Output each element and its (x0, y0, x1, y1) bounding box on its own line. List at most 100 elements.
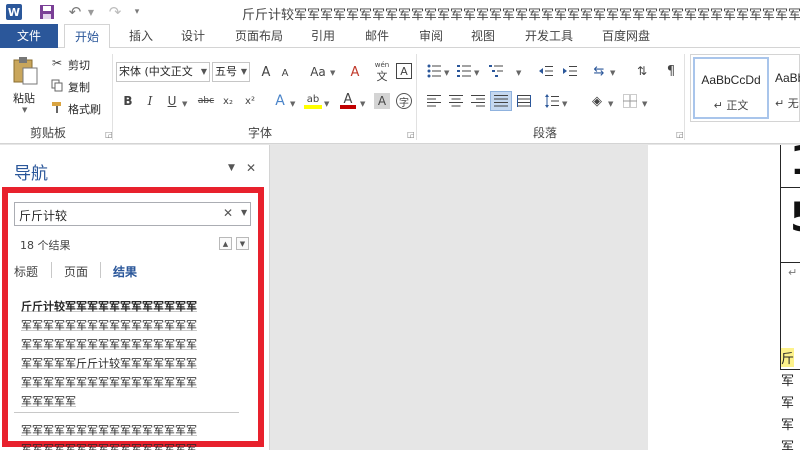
format-painter-icon[interactable] (50, 100, 64, 114)
underline-dropdown-icon[interactable]: ▼ (182, 100, 187, 108)
redo-icon[interactable]: ↷ (106, 3, 124, 21)
underline-icon[interactable]: U (166, 94, 178, 108)
style-no-spacing[interactable]: AaBbCcDd ↵ 无 (771, 57, 800, 119)
italic-icon[interactable]: I (144, 94, 156, 108)
next-result-icon[interactable]: ▼ (236, 237, 249, 250)
align-center-icon[interactable] (448, 94, 464, 108)
search-result-item[interactable]: 斤斤计较军军军军军军军军军军军军 军军军军军军军军军军军军军军军军 军军军军军军… (21, 297, 231, 411)
character-shading-icon[interactable]: A (374, 93, 390, 109)
font-size-combo[interactable]: 五号 ▼ (212, 62, 250, 82)
line-spacing-dropdown-icon[interactable]: ▼ (562, 100, 567, 108)
text-effects-dropdown-icon[interactable]: ▼ (290, 100, 295, 108)
style-normal[interactable]: AaBbCcDd ↵ 正文 (693, 57, 769, 119)
show-marks-icon[interactable]: ¶ (664, 62, 678, 80)
save-icon[interactable] (38, 3, 56, 21)
result-line: 军军军军军军军军军军军军军军军军 (21, 443, 197, 450)
word-logo-icon[interactable]: W (6, 4, 22, 20)
decrease-indent-icon[interactable] (538, 63, 554, 79)
tab-home[interactable]: 开始 (64, 24, 110, 49)
tab-review[interactable]: 审阅 (410, 24, 452, 48)
chevron-down-icon[interactable]: ▼ (201, 63, 207, 81)
sort-icon[interactable]: ⇅ (634, 62, 650, 80)
copy-label[interactable]: 复制 (68, 79, 90, 95)
highlight-icon[interactable]: ab (304, 93, 322, 109)
font-group-label: 字体 (247, 126, 272, 140)
change-case-dropdown-icon[interactable]: ▼ (330, 69, 335, 77)
strikethrough-icon[interactable]: abc (196, 94, 216, 108)
chinese-layout-icon[interactable]: ⇆ (590, 62, 608, 80)
paragraph-launcher-icon[interactable]: ◲ (676, 130, 684, 139)
font-launcher-icon[interactable]: ◲ (407, 130, 415, 139)
undo-icon[interactable]: ↶ (66, 3, 84, 21)
superscript-icon[interactable]: x² (242, 94, 258, 108)
font-color-icon[interactable]: A (340, 92, 356, 109)
font-name-combo[interactable]: 宋体 (中文正文 ▼ (116, 62, 210, 82)
styles-gallery: AaBbCcDd ↵ 正文 AaBbCcDd ↵ 无 (690, 54, 800, 122)
subscript-icon[interactable]: x₂ (220, 94, 236, 108)
shading-icon[interactable]: ◈ (588, 93, 606, 109)
close-icon[interactable]: ✕ (246, 161, 256, 175)
scissors-icon[interactable]: ✂ (50, 56, 64, 70)
tab-page-layout[interactable]: 页面布局 (228, 24, 290, 48)
paste-dropdown-icon[interactable]: ▼ (22, 106, 27, 114)
align-left-icon[interactable] (426, 94, 442, 108)
paste-label[interactable]: 粘贴 (13, 90, 35, 106)
chinese-layout-dropdown-icon[interactable]: ▼ (610, 69, 615, 77)
bold-icon[interactable]: B (122, 94, 134, 108)
cut-label[interactable]: 剪切 (68, 57, 90, 73)
character-border-icon[interactable]: A (396, 63, 412, 79)
tab-results[interactable]: 结果 (113, 263, 137, 280)
previous-result-icon[interactable]: ▲ (219, 237, 232, 250)
chevron-down-icon[interactable]: ▼ (241, 63, 247, 81)
multilevel-list-icon[interactable] (488, 63, 504, 79)
bullets-dropdown-icon[interactable]: ▼ (444, 69, 449, 77)
grow-font-icon[interactable]: A (258, 64, 274, 80)
tab-baidu-netdisk[interactable]: 百度网盘 (594, 24, 658, 48)
paste-icon[interactable] (10, 56, 40, 86)
document-line: 斤 (781, 348, 795, 367)
tab-references[interactable]: 引用 (302, 24, 344, 48)
tab-headings[interactable]: 标题 (14, 263, 38, 280)
result-count: 18 个结果 (20, 239, 71, 252)
shading-dropdown-icon[interactable]: ▼ (608, 100, 613, 108)
result-line: 斤斤计较军军军军军军军军军军军军 (21, 300, 197, 313)
search-options-icon[interactable]: ▼ (241, 208, 247, 217)
document-page[interactable] (648, 145, 800, 450)
numbering-icon[interactable] (456, 63, 472, 79)
tab-developer[interactable]: 开发工具 (516, 24, 582, 48)
shrink-font-icon[interactable]: A (278, 66, 292, 80)
bullets-icon[interactable] (426, 63, 442, 79)
tab-view[interactable]: 视图 (462, 24, 504, 48)
undo-dropdown-icon[interactable]: ▼ (86, 3, 96, 21)
search-input-value: 斤斤计较 (19, 209, 68, 223)
clear-formatting-icon[interactable]: A (346, 64, 364, 80)
distributed-icon[interactable] (516, 94, 532, 108)
font-color-dropdown-icon[interactable]: ▼ (360, 100, 365, 108)
text-effects-icon[interactable]: A (272, 93, 288, 109)
format-painter-label[interactable]: 格式刷 (68, 101, 101, 117)
search-result-item[interactable]: 军军军军军军军军军军军军军军军军 军军军军军军军军军军军军军军军军 (21, 421, 231, 450)
highlight-dropdown-icon[interactable]: ▼ (324, 100, 329, 108)
borders-dropdown-icon[interactable]: ▼ (642, 100, 647, 108)
pane-options-icon[interactable]: ▼ (228, 163, 235, 173)
document-line: 军 (781, 396, 795, 411)
clear-search-icon[interactable]: ✕ (223, 206, 233, 220)
justify-icon[interactable] (490, 91, 512, 111)
copy-icon[interactable] (50, 78, 64, 92)
tab-pages[interactable]: 页面 (64, 263, 88, 280)
increase-indent-icon[interactable] (562, 63, 578, 79)
align-right-icon[interactable] (470, 94, 486, 108)
phonetic-guide-icon[interactable]: 文 (374, 69, 390, 83)
tab-file[interactable]: 文件 (0, 24, 58, 48)
enclose-characters-icon[interactable]: 字 (396, 93, 412, 109)
borders-icon[interactable] (622, 93, 638, 109)
numbering-dropdown-icon[interactable]: ▼ (474, 69, 479, 77)
tab-insert[interactable]: 插入 (120, 24, 162, 48)
tab-mailings[interactable]: 邮件 (356, 24, 398, 48)
search-input[interactable]: 斤斤计较 ✕ ▼ (14, 202, 251, 226)
multilevel-dropdown-icon[interactable]: ▼ (516, 69, 521, 77)
customize-quick-access-icon[interactable]: ▾ (132, 3, 142, 21)
change-case-icon[interactable]: Aa (308, 64, 328, 80)
line-spacing-icon[interactable] (544, 93, 560, 109)
tab-design[interactable]: 设计 (172, 24, 214, 48)
